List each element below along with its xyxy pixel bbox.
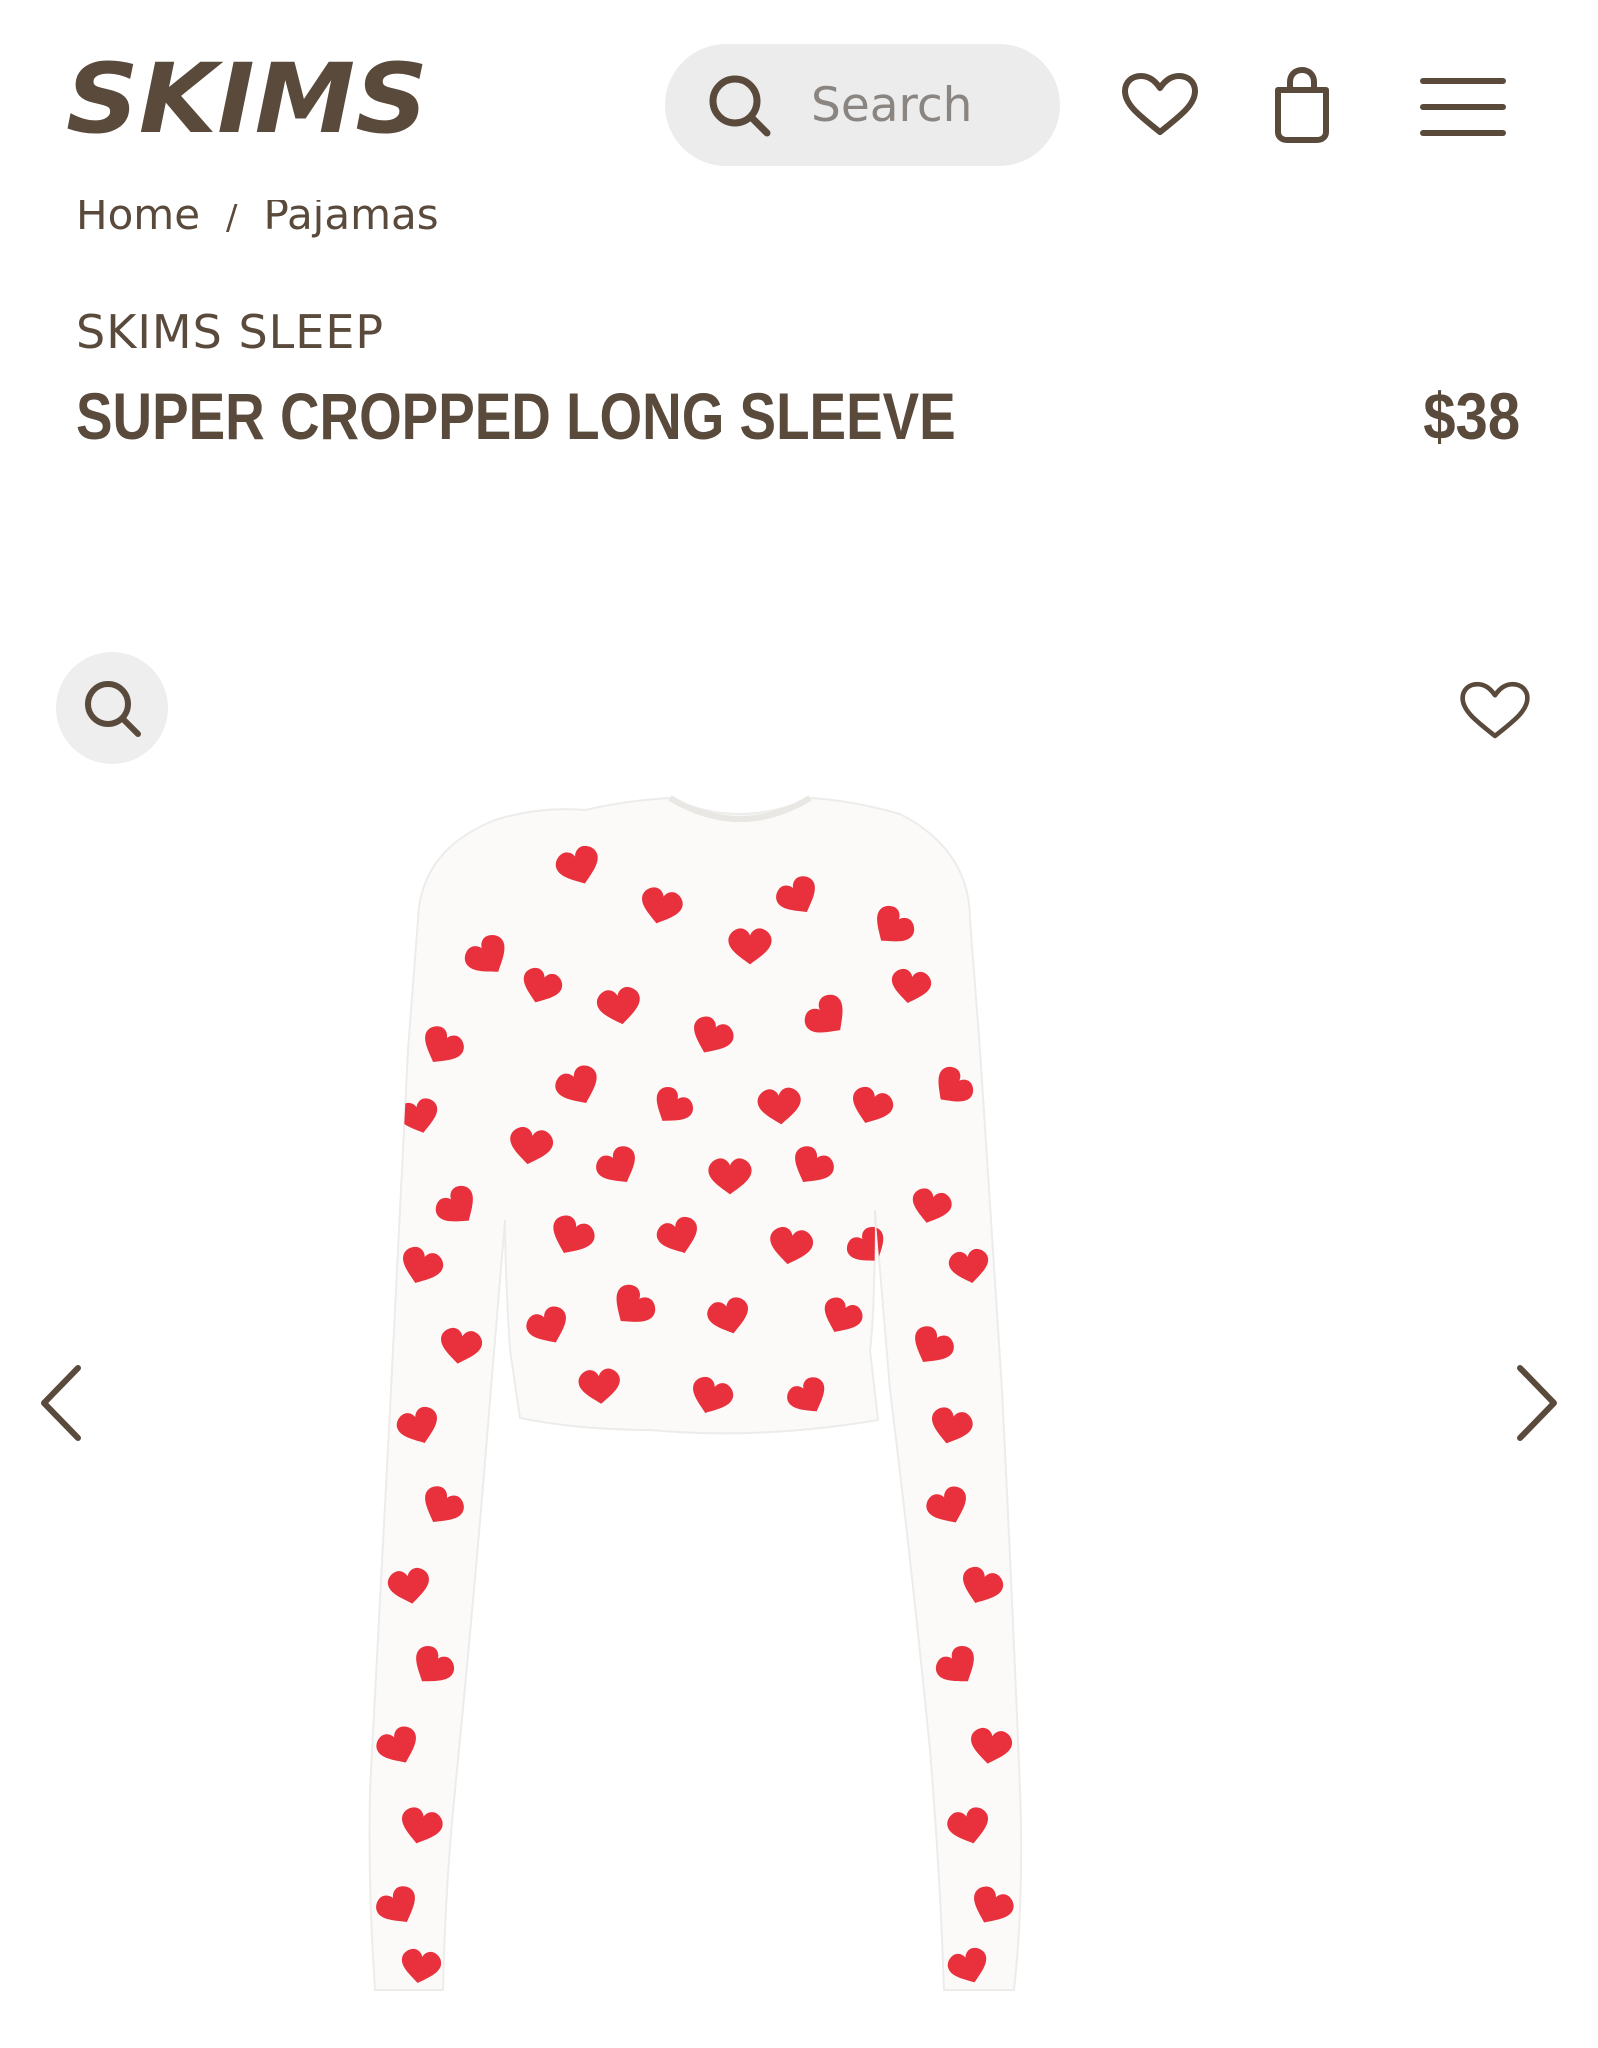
shopping-bag-icon[interactable] <box>1272 66 1332 144</box>
search-placeholder: Search <box>811 77 973 133</box>
product-title: SUPER CROPPED LONG SLEEVE <box>76 379 956 453</box>
menu-icon[interactable] <box>1420 76 1506 138</box>
product-brand: SKIMS SLEEP <box>76 305 385 359</box>
product-price: $38 <box>1423 379 1520 453</box>
skims-logo[interactable]: SKIMS <box>66 50 432 150</box>
breadcrumb-separator: / <box>226 198 238 238</box>
chevron-left-icon[interactable] <box>34 1362 88 1444</box>
product-image <box>368 795 1023 1991</box>
svg-text:SKIMS: SKIMS <box>66 50 428 150</box>
zoom-button[interactable] <box>56 652 168 764</box>
search-icon <box>709 75 771 137</box>
zoom-icon <box>85 681 141 737</box>
site-header: SKIMS Search <box>0 0 1598 200</box>
wishlist-heart-icon[interactable] <box>1458 680 1532 742</box>
chevron-right-icon[interactable] <box>1510 1362 1564 1444</box>
search-input[interactable]: Search <box>665 44 1060 166</box>
heart-icon[interactable] <box>1120 72 1200 138</box>
